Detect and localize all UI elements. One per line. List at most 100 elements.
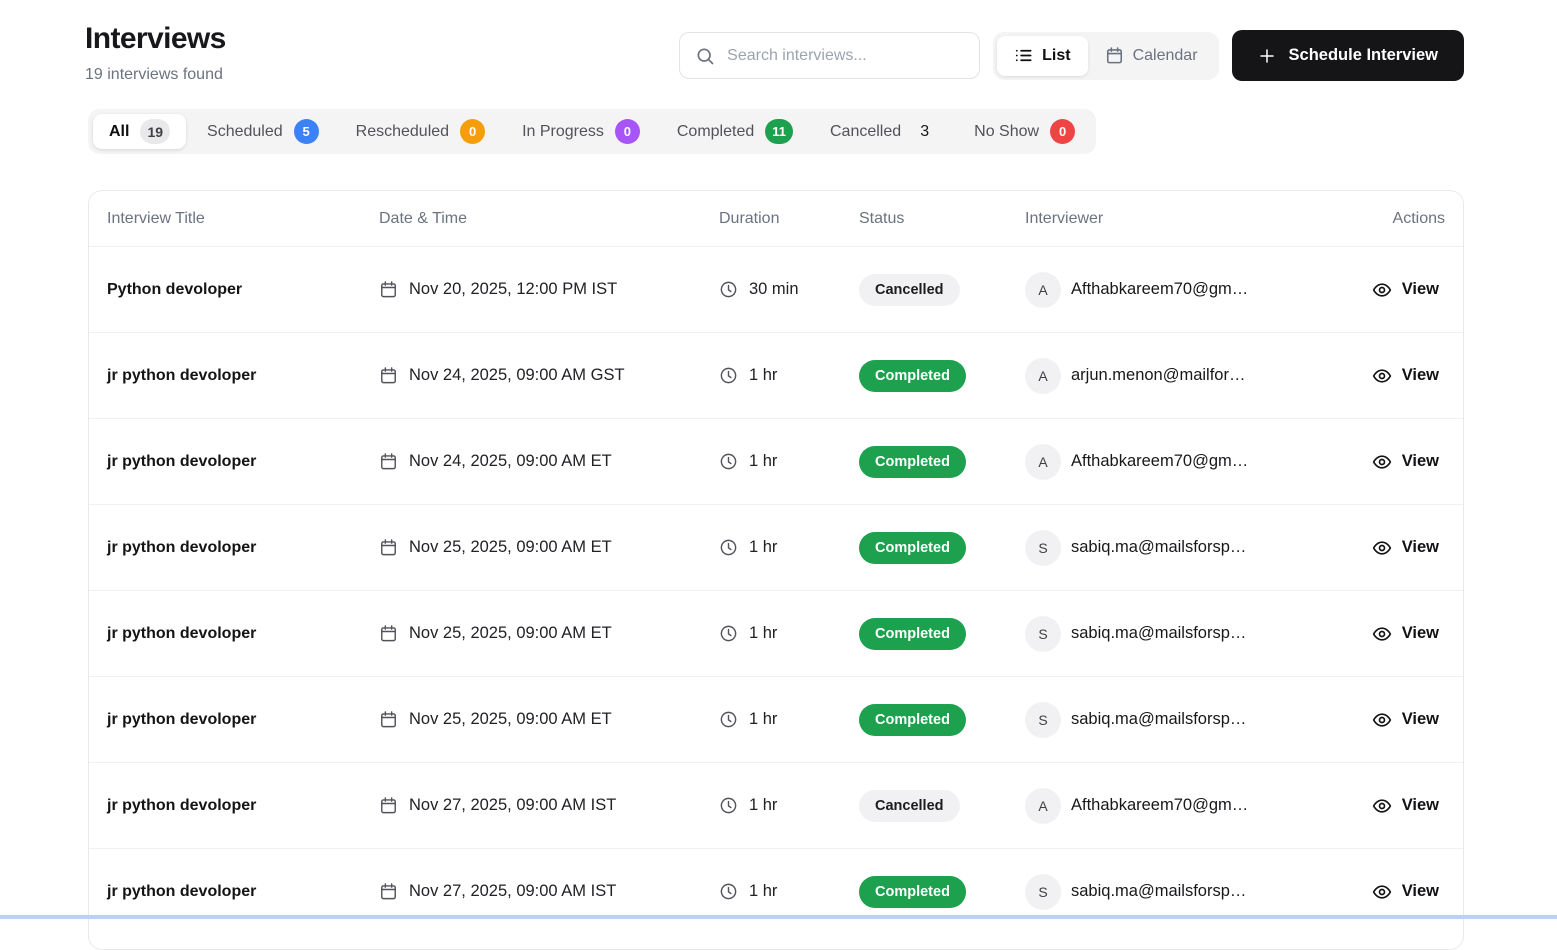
datetime-text: Nov 24, 2025, 09:00 AM ET: [409, 452, 612, 471]
duration-text: 1 hr: [749, 882, 777, 901]
avatar: S: [1025, 616, 1061, 652]
view-button[interactable]: View: [1366, 795, 1445, 817]
eye-icon: [1372, 452, 1392, 472]
duration-text: 1 hr: [749, 624, 777, 643]
interview-datetime: Nov 25, 2025, 09:00 AM ET: [379, 624, 719, 643]
calendar-icon: [379, 796, 398, 815]
toggle-calendar-label: Calendar: [1133, 47, 1198, 65]
duration-text: 1 hr: [749, 366, 777, 385]
view-label: View: [1402, 624, 1439, 643]
topbar: Interviews 19 interviews found List: [0, 0, 1557, 84]
duration-text: 1 hr: [749, 710, 777, 729]
view-label: View: [1402, 538, 1439, 557]
interview-title: Python devoloper: [107, 281, 379, 299]
datetime-text: Nov 24, 2025, 09:00 AM GST: [409, 366, 625, 385]
datetime-text: Nov 25, 2025, 09:00 AM ET: [409, 710, 612, 729]
avatar: A: [1025, 272, 1061, 308]
calendar-icon: [379, 710, 398, 729]
status-badge: Cancelled: [859, 274, 960, 306]
clock-icon: [719, 796, 738, 815]
view-label: View: [1402, 280, 1439, 299]
calendar-icon: [1105, 46, 1124, 65]
list-icon: [1014, 46, 1033, 65]
view-button[interactable]: View: [1366, 709, 1445, 731]
filter-tab-label: Rescheduled: [356, 123, 449, 141]
calendar-icon: [379, 366, 398, 385]
status-badge: Completed: [859, 532, 966, 564]
status-cell: Completed: [859, 618, 1025, 650]
col-header-status: Status: [859, 210, 1025, 228]
status-badge: Completed: [859, 618, 966, 650]
datetime-text: Nov 27, 2025, 09:00 AM IST: [409, 796, 616, 815]
status-badge: Completed: [859, 704, 966, 736]
toggle-calendar[interactable]: Calendar: [1088, 36, 1215, 76]
view-button[interactable]: View: [1366, 537, 1445, 559]
table-row: jr python devoloper Nov 24, 2025, 09:00 …: [89, 332, 1463, 418]
view-label: View: [1402, 796, 1439, 815]
interview-datetime: Nov 20, 2025, 12:00 PM IST: [379, 280, 719, 299]
col-header-duration: Duration: [719, 210, 859, 228]
avatar: A: [1025, 444, 1061, 480]
interviewer-cell: S sabiq.ma@mailsforsp…: [1025, 874, 1361, 910]
toggle-list-label: List: [1042, 47, 1070, 65]
filter-tab-count-badge: 5: [294, 119, 319, 144]
filter-tab-count-badge: 0: [460, 119, 485, 144]
interviewer-email: sabiq.ma@mailsforsp…: [1071, 710, 1246, 729]
interview-title: jr python devoloper: [107, 797, 379, 815]
toolbar-controls: List Calendar Schedule Interview: [679, 30, 1464, 81]
view-button[interactable]: View: [1366, 623, 1445, 645]
eye-icon: [1372, 624, 1392, 644]
view-label: View: [1402, 366, 1439, 385]
interviewer-cell: A Afthabkareem70@gm…: [1025, 444, 1361, 480]
search-input[interactable]: [725, 46, 964, 66]
table-row: jr python devoloper Nov 25, 2025, 09:00 …: [89, 504, 1463, 590]
search-box[interactable]: [679, 32, 980, 79]
interviewer-email: sabiq.ma@mailsforsp…: [1071, 882, 1246, 901]
view-toggle: List Calendar: [993, 32, 1218, 80]
status-cell: Cancelled: [859, 790, 1025, 822]
table-row: Python devoloper Nov 20, 2025, 12:00 PM …: [89, 246, 1463, 332]
filter-tab-label: Cancelled: [830, 123, 901, 141]
eye-icon: [1372, 710, 1392, 730]
interviewer-email: sabiq.ma@mailsforsp…: [1071, 538, 1246, 557]
search-icon: [695, 46, 715, 66]
filter-tab[interactable]: In Progress 0: [506, 114, 656, 149]
interviewer-cell: S sabiq.ma@mailsforsp…: [1025, 530, 1361, 566]
filter-tab[interactable]: Rescheduled 0: [340, 114, 501, 149]
filter-tab-count-badge: 0: [1050, 119, 1075, 144]
calendar-icon: [379, 280, 398, 299]
duration-text: 30 min: [749, 280, 799, 299]
toggle-list[interactable]: List: [997, 36, 1087, 76]
table-row: jr python devoloper Nov 25, 2025, 09:00 …: [89, 676, 1463, 762]
view-label: View: [1402, 882, 1439, 901]
view-button[interactable]: View: [1366, 881, 1445, 903]
filter-tab[interactable]: Completed 11: [661, 114, 809, 149]
schedule-interview-button[interactable]: Schedule Interview: [1232, 30, 1464, 81]
plus-icon: [1258, 47, 1276, 65]
eye-icon: [1372, 538, 1392, 558]
interview-duration: 1 hr: [719, 452, 859, 471]
filter-tab[interactable]: Scheduled 5: [191, 114, 335, 149]
filter-tab-count-badge: 19: [140, 119, 170, 144]
view-button[interactable]: View: [1366, 451, 1445, 473]
view-button[interactable]: View: [1366, 279, 1445, 301]
interview-datetime: Nov 25, 2025, 09:00 AM ET: [379, 710, 719, 729]
status-filter-tabs: All 19 Scheduled 5 Rescheduled 0 In Prog…: [88, 109, 1096, 154]
page-title: Interviews: [85, 22, 226, 55]
interviews-table: Interview Title Date & Time Duration Sta…: [88, 190, 1464, 950]
filter-tab-label: No Show: [974, 123, 1039, 141]
table-row: jr python devoloper Nov 27, 2025, 09:00 …: [89, 762, 1463, 848]
interview-title: jr python devoloper: [107, 453, 379, 471]
clock-icon: [719, 366, 738, 385]
view-button[interactable]: View: [1366, 365, 1445, 387]
clock-icon: [719, 538, 738, 557]
clock-icon: [719, 280, 738, 299]
interview-title: jr python devoloper: [107, 883, 379, 901]
interviewer-cell: A arjun.menon@mailfor…: [1025, 358, 1361, 394]
filter-tab[interactable]: All 19: [93, 114, 186, 149]
schedule-interview-label: Schedule Interview: [1289, 46, 1438, 65]
datetime-text: Nov 25, 2025, 09:00 AM ET: [409, 538, 612, 557]
filter-tab[interactable]: No Show 0: [958, 114, 1091, 149]
status-badge: Cancelled: [859, 790, 960, 822]
filter-tab[interactable]: Cancelled 3: [814, 114, 953, 149]
